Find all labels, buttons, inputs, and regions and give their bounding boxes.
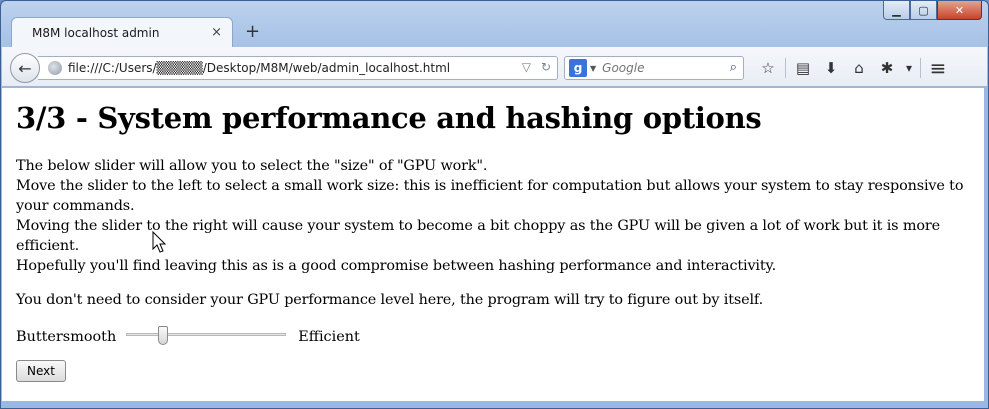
work-size-slider[interactable] bbox=[126, 326, 287, 348]
url-actions: ▽ ↻ bbox=[522, 60, 551, 74]
maximize-button[interactable]: ▢ bbox=[910, 1, 937, 20]
next-button[interactable]: Next bbox=[16, 360, 66, 382]
reading-list-icon[interactable]: ▤ bbox=[789, 55, 817, 81]
bookmark-star-icon[interactable]: ☆ bbox=[754, 55, 782, 81]
reload-icon[interactable]: ↻ bbox=[541, 60, 551, 74]
minimize-button[interactable]: ▁ bbox=[883, 1, 910, 20]
tab-title: M8M localhost admin bbox=[32, 25, 160, 40]
slider-right-label: Efficient bbox=[298, 329, 360, 345]
back-button[interactable]: ← bbox=[10, 53, 40, 83]
browser-window: ▁ ▢ ✕ M8M localhost admin × + file:///C:… bbox=[0, 0, 989, 409]
slider-left-label: Buttersmooth bbox=[16, 329, 117, 345]
address-bar[interactable]: file:///C:/Users/▒▒▒▒▒/Desktop/M8M/web/a… bbox=[38, 56, 558, 80]
new-tab-button[interactable]: + bbox=[245, 23, 260, 41]
slider-explanation: The below slider will allow you to selec… bbox=[16, 156, 970, 276]
page-title: 3/3 - System performance and hashing opt… bbox=[16, 101, 762, 135]
menu-icon[interactable]: ≡ bbox=[924, 55, 952, 81]
search-input[interactable] bbox=[602, 61, 713, 75]
toolbar-separator bbox=[920, 58, 921, 78]
tab-strip: M8M localhost admin × + bbox=[11, 17, 260, 47]
gpu-note: You don't need to consider your GPU perf… bbox=[16, 292, 764, 308]
explanation-line: Hopefully you'll find leaving this as is… bbox=[16, 258, 777, 274]
work-size-slider-row: Buttersmooth Efficient bbox=[16, 326, 970, 348]
search-bar[interactable]: g ▼ ⌕ bbox=[564, 56, 744, 80]
globe-icon bbox=[48, 61, 62, 75]
search-engine-dropdown-icon[interactable]: ▼ bbox=[590, 64, 596, 73]
download-icon[interactable]: ⬇ bbox=[817, 55, 845, 81]
explanation-line: Move the slider to the left to select a … bbox=[16, 178, 964, 214]
window-caption-buttons: ▁ ▢ ✕ bbox=[883, 1, 982, 20]
page-content: 3/3 - System performance and hashing opt… bbox=[2, 88, 984, 401]
back-arrow-icon: ← bbox=[18, 58, 32, 78]
toolbar-icons: ☆ ▤ ⬇ ⌂ ✱ ▾ ≡ bbox=[754, 55, 952, 81]
mouse-cursor-icon bbox=[152, 231, 167, 253]
slider-thumb[interactable] bbox=[158, 326, 169, 345]
url-history-dropdown-icon[interactable]: ▽ bbox=[522, 60, 531, 74]
tab-close-icon[interactable]: × bbox=[211, 25, 222, 40]
tab-m8m-admin[interactable]: M8M localhost admin × bbox=[11, 17, 233, 47]
addon-dropdown-icon[interactable]: ▾ bbox=[901, 55, 917, 81]
google-icon[interactable]: g bbox=[569, 59, 587, 77]
search-go-icon[interactable]: ⌕ bbox=[730, 60, 737, 75]
toolbar-separator bbox=[785, 58, 786, 78]
url-text: file:///C:/Users/▒▒▒▒▒/Desktop/M8M/web/a… bbox=[68, 61, 451, 75]
home-icon[interactable]: ⌂ bbox=[845, 55, 873, 81]
explanation-line: The below slider will allow you to selec… bbox=[16, 158, 488, 174]
close-window-button[interactable]: ✕ bbox=[937, 1, 982, 20]
slider-track[interactable] bbox=[126, 333, 287, 336]
navigation-toolbar: file:///C:/Users/▒▒▒▒▒/Desktop/M8M/web/a… bbox=[2, 47, 987, 87]
addon-icon[interactable]: ✱ bbox=[873, 55, 901, 81]
